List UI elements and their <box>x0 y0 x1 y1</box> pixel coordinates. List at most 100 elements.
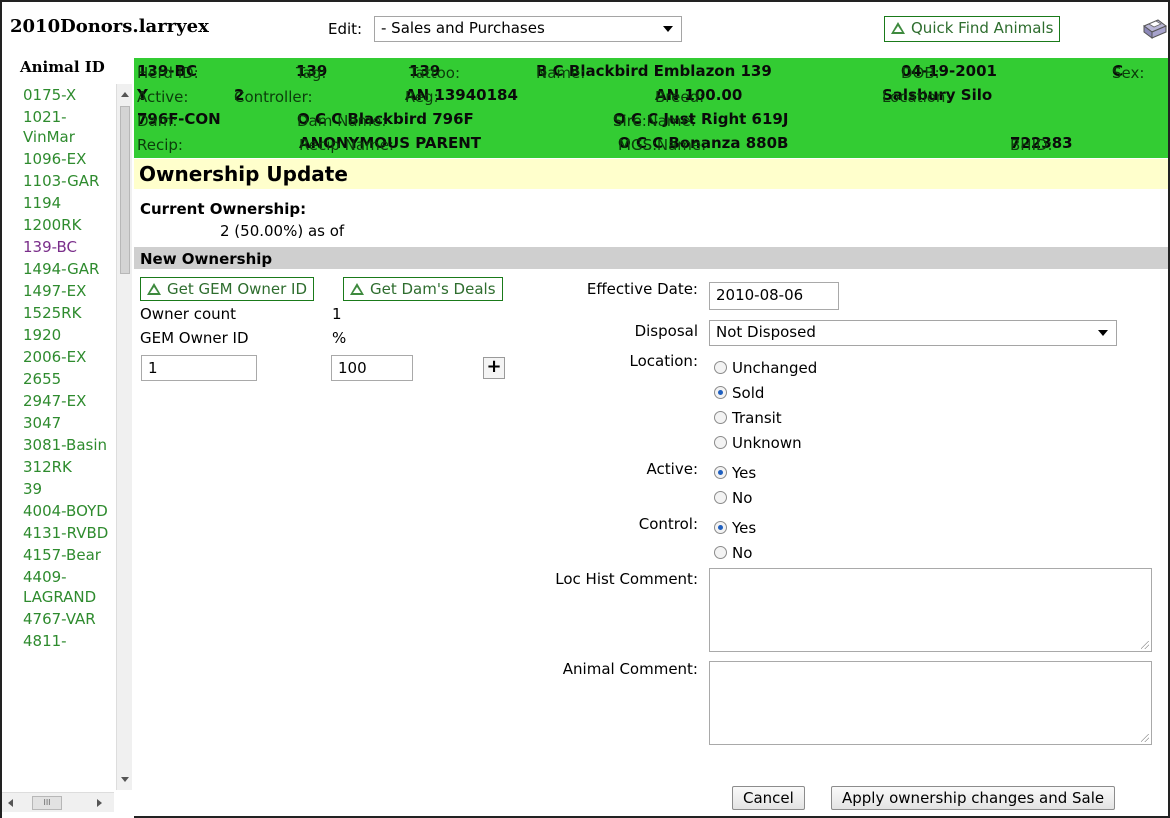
quick-find-animals-button[interactable]: Quick Find Animals <box>884 16 1061 42</box>
bhid-label: BHID: <box>1010 136 1053 154</box>
animal-list-item[interactable]: 1920 <box>2 324 116 346</box>
animal-list-item[interactable]: 4131-RVBD <box>2 522 116 544</box>
effective-date-input[interactable]: 2010-08-06 <box>709 282 839 310</box>
percent-header: % <box>332 329 347 347</box>
control-radio-no[interactable]: No <box>714 544 752 562</box>
location-label: Location: <box>882 88 951 106</box>
location-radio-unchanged[interactable]: Unchanged <box>714 359 817 377</box>
animal-list-item[interactable]: 0175-X <box>2 84 116 106</box>
control-label: Control: <box>638 515 698 533</box>
disposal-select[interactable]: Not Disposed <box>709 320 1117 346</box>
animal-list-item[interactable]: 312RK <box>2 456 116 478</box>
animal-list-item[interactable]: 1194 <box>2 192 116 214</box>
get-gem-owner-id-label: Get GEM Owner ID <box>167 280 308 298</box>
radio-icon <box>714 361 727 374</box>
animal-list-item[interactable]: 1525RK <box>2 302 116 324</box>
animal-comment-textarea[interactable] <box>709 661 1152 745</box>
sidebar-vertical-scrollbar[interactable] <box>116 84 132 790</box>
animal-list-item-selected[interactable]: 139-BC <box>2 236 116 258</box>
animal-list-item[interactable]: 1200RK <box>2 214 116 236</box>
scroll-thumb[interactable]: III <box>32 796 62 810</box>
active-label: Active: <box>137 88 189 106</box>
window-title: 2010Donors.larryex <box>10 16 209 37</box>
resize-grip-icon[interactable] <box>1141 641 1149 649</box>
animal-list-item[interactable]: 1497-EX <box>2 280 116 302</box>
radio-label: No <box>732 489 753 507</box>
scroll-left-icon[interactable] <box>8 799 13 807</box>
animal-list-item[interactable]: 1494-GAR <box>2 258 116 280</box>
animal-list-item[interactable]: 2006-EX <box>2 346 116 368</box>
disposal-value: Not Disposed <box>716 323 816 341</box>
get-dams-deals-button[interactable]: Get Dam's Deals <box>343 277 503 301</box>
cancel-button[interactable]: Cancel <box>732 786 805 810</box>
location-radio-sold[interactable]: Sold <box>714 384 764 402</box>
active-radio-no[interactable]: No <box>714 489 752 507</box>
radio-selected-icon <box>714 386 727 399</box>
scroll-down-icon[interactable] <box>121 777 129 782</box>
animal-list-item[interactable]: 1096-EX <box>2 148 116 170</box>
ownership-percent-input[interactable]: 100 <box>331 355 413 381</box>
resize-grip-icon[interactable] <box>1141 734 1149 742</box>
control-radio-yes[interactable]: Yes <box>714 519 756 537</box>
animal-list-item[interactable]: 2947-EX <box>2 390 116 412</box>
animal-sidebar: Animal ID 0175-X 1021-VinMar 1096-EX 110… <box>2 50 134 818</box>
get-dams-deals-label: Get Dam's Deals <box>370 280 496 298</box>
animal-list-item[interactable]: 4811- <box>2 630 116 652</box>
tag-label: Tag: <box>296 64 327 82</box>
edit-label: Edit: <box>328 20 363 38</box>
radio-icon <box>714 491 727 504</box>
radio-label: No <box>732 544 753 562</box>
radio-label: Transit <box>732 409 782 427</box>
sex-label: Sex: <box>1112 64 1145 82</box>
radio-icon <box>714 411 727 424</box>
chevron-down-icon <box>1098 330 1108 336</box>
animal-list-item[interactable]: 4767-VAR <box>2 608 116 630</box>
recip-label: Recip: <box>137 136 183 154</box>
sidebar-horizontal-scrollbar[interactable]: III <box>2 792 114 812</box>
animal-list-item[interactable]: 2655 <box>2 368 116 390</box>
scroll-right-icon[interactable] <box>97 799 102 807</box>
disposal-label: Disposal <box>634 322 698 340</box>
scroll-thumb[interactable] <box>120 106 130 274</box>
loc-hist-comment-label: Loc Hist Comment: <box>555 570 698 588</box>
herd-id-label: Herd ID: <box>137 64 199 82</box>
triangle-icon <box>891 22 905 34</box>
triangle-icon <box>350 283 364 295</box>
animal-list-item[interactable]: 1021-VinMar <box>2 106 116 148</box>
active-radio-yes[interactable]: Yes <box>714 464 756 482</box>
animal-list-item[interactable]: 1103-GAR <box>2 170 116 192</box>
controller-label: Controller: <box>234 88 313 106</box>
animal-list-item[interactable]: 39 <box>2 478 116 500</box>
animal-list-item[interactable]: 3047 <box>2 412 116 434</box>
apply-ownership-changes-button[interactable]: Apply ownership changes and Sale <box>831 786 1116 810</box>
location-radio-transit[interactable]: Transit <box>714 409 782 427</box>
animal-list-item[interactable]: 4157-Bear <box>2 544 116 566</box>
get-gem-owner-id-button[interactable]: Get GEM Owner ID <box>140 277 315 301</box>
animal-comment-label: Animal Comment: <box>562 660 698 678</box>
radio-icon <box>714 436 727 449</box>
app-window: 2010Donors.larryex Edit: - Sales and Pur… <box>0 0 1170 818</box>
animal-list-item[interactable]: 4409-LAGRAND <box>2 566 116 608</box>
breed-label: Breed: <box>655 88 705 106</box>
sire-name-label: Sire Name: <box>613 112 696 130</box>
radio-label: Sold <box>732 384 765 402</box>
chevron-down-icon <box>663 26 673 32</box>
location-radio-unknown[interactable]: Unknown <box>714 434 802 452</box>
loc-hist-comment-textarea[interactable] <box>709 568 1152 652</box>
dam-name-label: Dam Name: <box>297 112 387 130</box>
gem-owner-id-input[interactable]: 1 <box>141 355 257 381</box>
tattoo-label: Tattoo: <box>409 64 461 82</box>
radio-label: Unchanged <box>732 359 818 377</box>
animal-list-item[interactable]: 3081-Basin <box>2 434 116 456</box>
edit-mode-select[interactable]: - Sales and Purchases <box>374 16 682 42</box>
animal-info-band: Herd ID: 139-BC Tag: 139 Tattoo: 139 Nam… <box>134 58 1168 158</box>
animal-list[interactable]: 0175-X 1021-VinMar 1096-EX 1103-GAR 1194… <box>2 84 116 790</box>
scroll-up-icon[interactable] <box>121 92 129 97</box>
radio-icon <box>714 546 727 559</box>
animal-list-item[interactable]: 4004-BOYD <box>2 500 116 522</box>
radio-selected-icon <box>714 466 727 479</box>
triangle-icon <box>147 283 161 295</box>
quick-find-label: Quick Find Animals <box>911 19 1054 37</box>
printer-icon[interactable] <box>1138 14 1168 42</box>
edit-mode-value: - Sales and Purchases <box>381 19 545 37</box>
